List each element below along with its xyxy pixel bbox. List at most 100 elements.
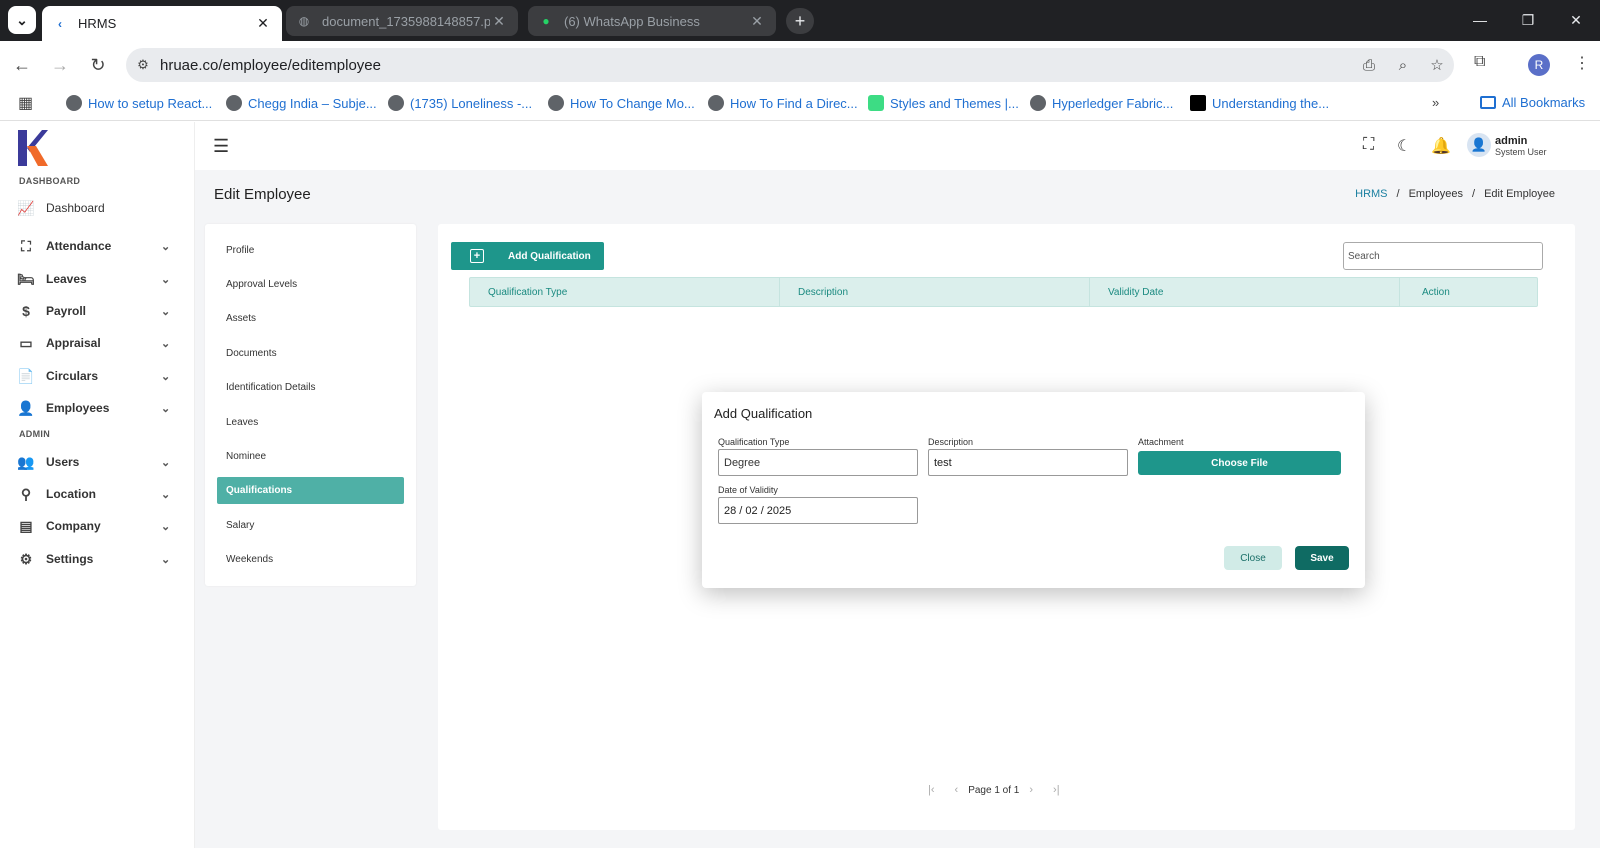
sidebar-item-circulars[interactable]: 📄 Circulars ⌄: [0, 362, 195, 390]
sidebar-item-dashboard[interactable]: 📈 Dashboard: [0, 194, 195, 222]
column-validity-date[interactable]: Validity Date: [1090, 278, 1400, 306]
pagination: |‹ ‹ Page 1 of 1 › ›|: [918, 784, 1070, 796]
sidebar-item-label: Users: [46, 455, 80, 469]
column-description[interactable]: Description: [780, 278, 1090, 306]
subnav-nominee[interactable]: Nominee: [217, 443, 404, 470]
subnav-weekends[interactable]: Weekends: [217, 546, 404, 573]
close-icon[interactable]: ✕: [490, 13, 508, 30]
sidebar-item-attendance[interactable]: ⛶ Attendance ⌄: [0, 232, 195, 260]
apps-grid-icon[interactable]: ▦: [18, 93, 33, 113]
bookmark-item[interactable]: (1735) Loneliness -...: [388, 95, 532, 111]
subnav-documents[interactable]: Documents: [217, 340, 404, 367]
new-tab-button[interactable]: +: [786, 8, 814, 34]
bookmark-label: Understanding the...: [1212, 95, 1330, 111]
star-icon[interactable]: ☆: [1420, 56, 1454, 74]
bookmark-label: (1735) Loneliness -...: [410, 95, 533, 111]
tab-document[interactable]: ◍ document_1735988148857.png ✕: [286, 6, 518, 36]
description-input[interactable]: test: [928, 449, 1128, 476]
extensions-icon[interactable]: ⧉: [1474, 53, 1485, 71]
subnav-leaves[interactable]: Leaves: [217, 409, 404, 436]
tab-search-button[interactable]: ⌄: [8, 6, 36, 34]
subnav-salary[interactable]: Salary: [217, 512, 404, 539]
close-icon[interactable]: ✕: [254, 15, 272, 32]
sidebar-item-label: Attendance: [46, 239, 112, 253]
dollar-icon: $: [22, 303, 30, 319]
save-button[interactable]: Save: [1295, 546, 1349, 570]
column-qualification-type[interactable]: Qualification Type: [470, 278, 780, 306]
prev-page-icon[interactable]: ‹: [955, 784, 959, 796]
url-text[interactable]: hruae.co/employee/editemployee: [160, 57, 1352, 74]
sidebar-item-company[interactable]: ▤ Company ⌄: [0, 512, 195, 540]
bookmark-item[interactable]: How To Change Mo...: [548, 95, 695, 111]
last-page-icon[interactable]: ›|: [1053, 784, 1060, 796]
bookmark-item[interactable]: How To Find a Direc...: [708, 95, 858, 111]
globe-icon: [226, 95, 242, 111]
install-icon[interactable]: ⎙: [1352, 57, 1386, 74]
zoom-icon[interactable]: ⌕: [1386, 57, 1420, 74]
user-avatar[interactable]: 👤: [1467, 133, 1491, 157]
bookmark-item[interactable]: Hyperledger Fabric...: [1030, 95, 1173, 111]
kendo-favicon-icon: ‹: [58, 16, 62, 31]
sidebar-item-employees[interactable]: 👤 Employees ⌄: [0, 394, 195, 422]
sidebar-item-label: Appraisal: [46, 336, 101, 350]
notification-bell-icon[interactable]: 🔔: [1431, 136, 1451, 156]
tab-whatsapp[interactable]: ● (6) WhatsApp Business ✕: [528, 6, 776, 36]
bookmark-item[interactable]: Chegg India – Subje...: [226, 95, 377, 111]
back-icon[interactable]: ←: [8, 51, 36, 79]
hamburger-menu-icon[interactable]: ☰: [213, 136, 229, 157]
tab-hrms[interactable]: ‹ HRMS ✕: [42, 6, 282, 41]
browser-toolbar: ← → ↻ ⚙ hruae.co/employee/editemployee ⎙…: [0, 41, 1600, 88]
first-page-icon[interactable]: |‹: [928, 784, 935, 796]
dark-mode-moon-icon[interactable]: ☾: [1397, 136, 1411, 156]
globe-icon: [548, 95, 564, 111]
globe-icon: [708, 95, 724, 111]
qualification-type-input[interactable]: Degree: [718, 449, 918, 476]
bookmark-item[interactable]: Styles and Themes |...: [868, 95, 1019, 111]
profile-avatar[interactable]: R: [1528, 54, 1550, 76]
breadcrumb-hrms[interactable]: HRMS: [1355, 188, 1387, 200]
search-input[interactable]: [1343, 242, 1543, 270]
more-bookmarks-icon[interactable]: »: [1432, 95, 1439, 110]
description-label: Description: [928, 437, 974, 447]
minimize-button[interactable]: —: [1456, 0, 1504, 40]
close-icon[interactable]: ✕: [748, 13, 766, 30]
add-qualification-button[interactable]: + Add Qualification: [451, 242, 604, 270]
reload-icon[interactable]: ↻: [84, 51, 112, 79]
sidebar-item-payroll[interactable]: $ Payroll ⌄: [0, 297, 195, 325]
sidebar-item-settings[interactable]: ⚙ Settings ⌄: [0, 545, 195, 573]
bed-icon: 🛏: [17, 270, 35, 287]
forward-icon[interactable]: →: [46, 51, 74, 79]
choose-file-button[interactable]: Choose File: [1138, 451, 1341, 475]
sidebar-item-leaves[interactable]: 🛏 Leaves ⌄: [0, 265, 195, 293]
site-info-icon[interactable]: ⚙: [126, 57, 160, 73]
sidebar-item-label: Dashboard: [46, 201, 105, 215]
sidebar-item-appraisal[interactable]: ▭ Appraisal ⌄: [0, 329, 195, 357]
subnav-profile[interactable]: Profile: [217, 237, 404, 264]
restore-button[interactable]: ❐: [1504, 0, 1552, 40]
sidebar-item-users[interactable]: 👥 Users ⌄: [0, 448, 195, 476]
window-close-button[interactable]: ✕: [1552, 0, 1600, 40]
user-name[interactable]: admin: [1495, 135, 1527, 147]
subnav-identification-details[interactable]: Identification Details: [217, 374, 404, 401]
date-of-validity-input[interactable]: 28 / 02 / 2025: [718, 497, 918, 524]
attachment-label: Attachment: [1138, 437, 1184, 447]
chevron-down-icon: ⌄: [161, 273, 171, 286]
subnav-approval-levels[interactable]: Approval Levels: [217, 271, 404, 298]
address-bar[interactable]: ⚙ hruae.co/employee/editemployee ⎙ ⌕ ☆: [126, 48, 1454, 82]
tab-title: (6) WhatsApp Business: [564, 13, 700, 29]
globe-icon: [66, 95, 82, 111]
bookmark-item[interactable]: Understanding the...: [1190, 95, 1329, 111]
breadcrumb-employees[interactable]: Employees: [1409, 188, 1463, 200]
all-bookmarks[interactable]: All Bookmarks: [1480, 95, 1585, 110]
close-button[interactable]: Close: [1224, 546, 1282, 570]
chevron-down-icon: ⌄: [161, 520, 171, 533]
bookmark-item[interactable]: How to setup React...: [66, 95, 212, 111]
next-page-icon[interactable]: ›: [1029, 784, 1033, 796]
subnav-assets[interactable]: Assets: [217, 305, 404, 332]
menu-dots-icon[interactable]: ⋮: [1574, 53, 1590, 73]
fullscreen-icon[interactable]: ⛶: [1363, 136, 1374, 154]
app-logo[interactable]: [16, 130, 48, 166]
subnav-qualifications[interactable]: Qualifications: [217, 477, 404, 504]
globe-icon: [1030, 95, 1046, 111]
sidebar-item-location[interactable]: ⚲ Location ⌄: [0, 480, 195, 508]
